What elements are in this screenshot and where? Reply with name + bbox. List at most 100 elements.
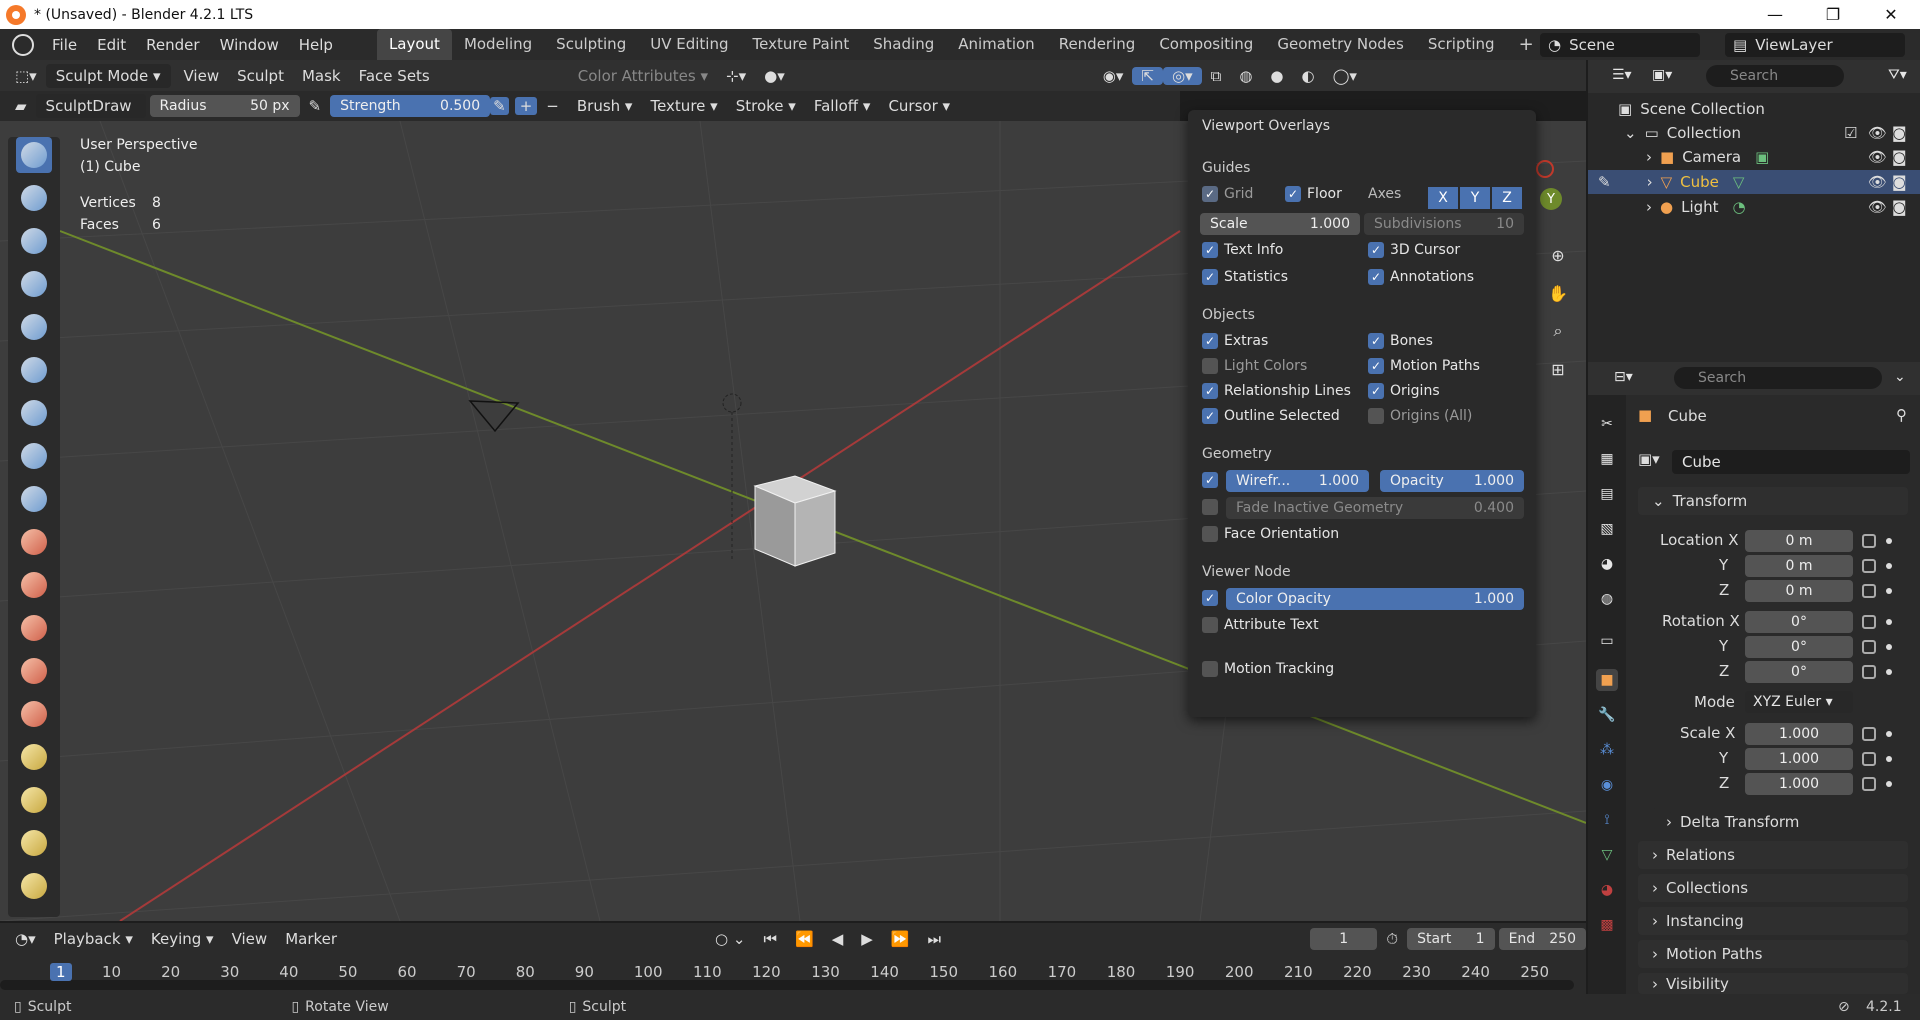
visibility-panel[interactable]: › Visibility	[1638, 973, 1908, 994]
clock-icon[interactable]: ⏱	[1377, 930, 1407, 948]
auto-keying-icon[interactable]: ○ ⌄	[706, 930, 754, 948]
strength-pressure-icon[interactable]: ✎	[490, 97, 509, 115]
keyframe-dot-icon[interactable]	[1886, 781, 1892, 787]
ortho-grid-icon[interactable]: ⊞	[1544, 355, 1572, 383]
tab-uv-editing[interactable]: UV Editing	[638, 29, 740, 60]
wireframe-field[interactable]: Wirefr... 1.000	[1226, 470, 1369, 492]
keyframe-dot-icon[interactable]	[1886, 669, 1892, 675]
keyframe-dot-icon[interactable]	[1886, 644, 1892, 650]
tab-layout[interactable]: Layout	[376, 29, 452, 60]
scale-z-field[interactable]: 1.000	[1745, 773, 1853, 795]
menu-window[interactable]: Window	[210, 36, 289, 54]
menu-mask[interactable]: Mask	[293, 67, 350, 85]
add-direction-icon[interactable]: +	[514, 97, 538, 115]
keyframe-dot-icon[interactable]	[1886, 588, 1892, 594]
origins-all-checkbox[interactable]: Origins (All)	[1368, 408, 1472, 424]
nav-gizmo-x-neg[interactable]	[1536, 160, 1554, 178]
axis-z-toggle[interactable]: Z	[1492, 187, 1522, 209]
properties-editor-icon[interactable]: ⊟▾	[1614, 369, 1633, 385]
brush-dropdown[interactable]: Brush ▾	[568, 97, 642, 115]
tool-clay[interactable]	[16, 223, 52, 259]
axis-y-toggle[interactable]: Y	[1460, 187, 1490, 209]
start-frame-field[interactable]: Start 1	[1407, 928, 1495, 950]
rotation-x-field[interactable]: 0°	[1745, 611, 1853, 633]
floor-checkbox[interactable]: ✓ Floor	[1285, 186, 1342, 202]
tool-draw[interactable]	[16, 137, 52, 173]
zoom-icon[interactable]: ⊕	[1544, 241, 1572, 269]
collections-panel[interactable]: › Collections	[1638, 874, 1908, 902]
current-frame-field[interactable]: 1	[1309, 928, 1378, 950]
object-name-field[interactable]: Cube	[1672, 450, 1910, 474]
filter-icon[interactable]: ⛛▾	[1888, 67, 1907, 83]
tool-clay-strips[interactable]	[16, 266, 52, 302]
instancing-panel[interactable]: › Instancing	[1638, 907, 1908, 935]
lock-icon[interactable]	[1862, 777, 1876, 791]
outline-selected-checkbox[interactable]: ✓ Outline Selected	[1202, 408, 1340, 424]
tool-blob[interactable]	[16, 438, 52, 474]
data-tab-icon[interactable]: ▽	[1596, 844, 1618, 866]
color-attributes-dropdown[interactable]: Color Attributes ▾	[569, 67, 717, 85]
tab-compositing[interactable]: Compositing	[1147, 29, 1265, 60]
subdivisions-field[interactable]: Subdivisions 10	[1364, 213, 1524, 235]
tool-tab-icon[interactable]: ✂	[1596, 413, 1618, 435]
timeline-editor-icon[interactable]: ◔▾	[6, 930, 45, 948]
text-info-checkbox[interactable]: ✓ Text Info	[1202, 242, 1283, 258]
color-opacity-field[interactable]: Color Opacity 1.000	[1226, 588, 1524, 610]
modifier-tab-icon[interactable]: 🔧	[1596, 704, 1618, 726]
gizmo-icon[interactable]: ⇱	[1132, 66, 1163, 85]
close-button[interactable]: ✕	[1862, 0, 1920, 29]
brush-icon[interactable]: ▰	[6, 97, 36, 115]
shading-wire-icon[interactable]: ◍	[1230, 67, 1261, 85]
outliner-search-input[interactable]: Search	[1706, 65, 1844, 87]
texture-dropdown[interactable]: Texture ▾	[641, 97, 726, 115]
outliner-item-light[interactable]: › ● Light ◔ 👁 ◙	[1588, 195, 1920, 219]
tool-snake-hook[interactable]	[16, 868, 52, 904]
texture-tab-icon[interactable]: ▩	[1596, 914, 1618, 936]
tab-texture-paint[interactable]: Texture Paint	[740, 29, 861, 60]
tool-layer[interactable]	[16, 352, 52, 388]
view-layer-selector[interactable]: ▤ ViewLayer	[1725, 33, 1905, 57]
physics-tab-icon[interactable]: ◉	[1596, 774, 1618, 796]
stroke-dropdown[interactable]: Stroke ▾	[727, 97, 805, 115]
cursor-dropdown[interactable]: Cursor ▾	[879, 97, 959, 115]
blender-menu-icon[interactable]	[12, 33, 34, 56]
tool-fill[interactable]	[16, 610, 52, 646]
tab-geometry-nodes[interactable]: Geometry Nodes	[1265, 29, 1416, 60]
camera-view-icon[interactable]: ⌕	[1544, 317, 1572, 345]
pan-hand-icon[interactable]: ✋	[1544, 279, 1572, 307]
outliner-item-camera[interactable]: › ■ Camera ▣ 👁 ◙	[1588, 145, 1920, 169]
tab-shading[interactable]: Shading	[861, 29, 946, 60]
keyframe-dot-icon[interactable]	[1886, 756, 1892, 762]
minimize-button[interactable]: —	[1746, 0, 1804, 29]
tab-animation[interactable]: Animation	[946, 29, 1046, 60]
tool-draw-sharp[interactable]	[16, 180, 52, 216]
tab-sculpting[interactable]: Sculpting	[544, 29, 638, 60]
nav-gizmo-y[interactable]: Y	[1540, 188, 1562, 210]
attribute-text-checkbox[interactable]: Attribute Text	[1202, 617, 1319, 633]
jump-end-icon[interactable]: ⏭	[918, 930, 950, 948]
symmetry-icon[interactable]: ⊹▾	[717, 67, 755, 85]
visibility-icon[interactable]: ◉▾	[1094, 67, 1133, 85]
scene-collection-row[interactable]: ▣ Scene Collection	[1588, 97, 1920, 121]
overlays-icon[interactable]: ◎▾	[1162, 66, 1202, 85]
rotation-y-field[interactable]: 0°	[1745, 636, 1853, 658]
outliner-editor-icon[interactable]: ☰▾	[1612, 67, 1632, 83]
rotation-mode-dropdown[interactable]: XYZ Euler ▾	[1745, 691, 1853, 713]
tool-scrape[interactable]	[16, 653, 52, 689]
delta-transform-panel[interactable]: › Delta Transform	[1652, 808, 1908, 836]
chevron-down-icon[interactable]: ⌄	[1894, 369, 1906, 385]
falloff-dropdown[interactable]: Falloff ▾	[805, 97, 880, 115]
playback-dropdown[interactable]: Playback ▾	[45, 930, 142, 948]
jump-keyframe-forward-icon[interactable]: ⏩	[882, 930, 919, 948]
tab-rendering[interactable]: Rendering	[1047, 29, 1148, 60]
tool-smooth[interactable]	[16, 524, 52, 560]
motion-paths-checkbox[interactable]: ✓ Motion Paths	[1368, 358, 1480, 374]
menu-file[interactable]: File	[42, 36, 87, 54]
menu-face-sets[interactable]: Face Sets	[350, 67, 439, 85]
tool-crease[interactable]	[16, 481, 52, 517]
constraints-tab-icon[interactable]: ⟟	[1596, 809, 1618, 831]
object-data-dropdown-icon[interactable]: ▣▾	[1638, 450, 1660, 468]
fade-inactive-checkbox[interactable]	[1202, 499, 1224, 515]
mode-dropdown[interactable]: Sculpt Mode ▾	[45, 63, 171, 88]
material-tab-icon[interactable]: ◕	[1596, 879, 1618, 901]
